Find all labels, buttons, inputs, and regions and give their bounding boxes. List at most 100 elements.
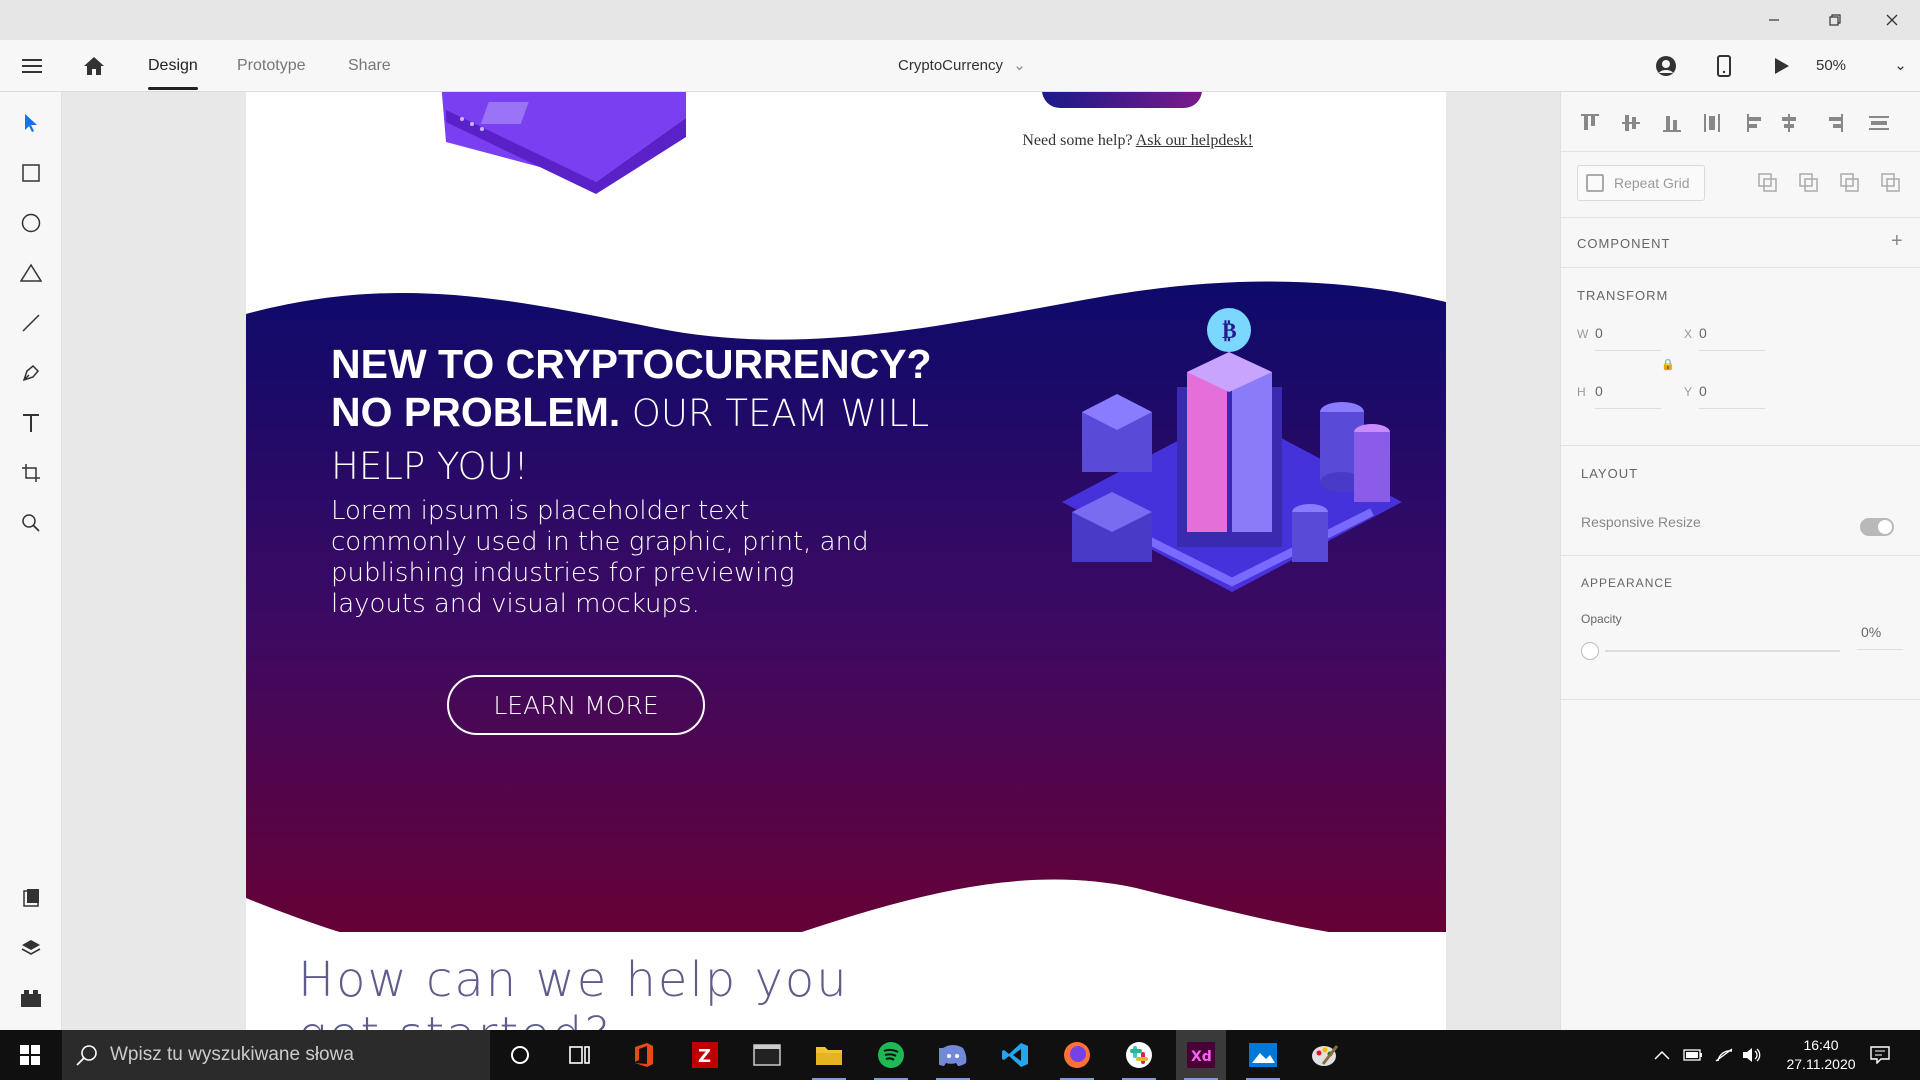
svg-text:Z: Z: [698, 1046, 711, 1067]
chevron-down-icon: ⌄: [1894, 57, 1907, 74]
repeat-grid-icon: [1586, 174, 1604, 192]
boolean-ops-icons[interactable]: [1757, 172, 1907, 194]
spotify-icon[interactable]: [866, 1030, 916, 1080]
filezilla-icon[interactable]: Z: [680, 1030, 730, 1080]
svg-text:₿: ₿: [1222, 319, 1237, 344]
assets-icon[interactable]: [16, 883, 46, 913]
laptop-illustration: [441, 92, 686, 194]
discord-icon[interactable]: [928, 1030, 978, 1080]
learn-more-button[interactable]: LEARN MORE: [447, 675, 705, 735]
width-input[interactable]: 0: [1595, 325, 1603, 341]
paint-icon[interactable]: [1300, 1030, 1350, 1080]
hero-description: Lorem ipsum is placeholder text commonly…: [331, 496, 869, 619]
user-avatar-icon[interactable]: [1652, 52, 1680, 80]
search-icon: [76, 1045, 97, 1066]
headline-line-1: NEW TO CRYPTOCURRENCY?: [331, 341, 932, 387]
restore-icon[interactable]: [1807, 0, 1863, 40]
add-component-icon[interactable]: +: [1891, 230, 1903, 253]
component-label: COMPONENT: [1577, 236, 1671, 251]
lock-icon[interactable]: 🔒: [1661, 358, 1675, 371]
layout-label: LAYOUT: [1581, 466, 1639, 481]
tab-share[interactable]: Share: [348, 40, 391, 92]
services-button[interactable]: [1042, 92, 1202, 108]
search-placeholder: Wpisz tu wyszukiwane słowa: [110, 1044, 354, 1065]
terminal-icon[interactable]: [742, 1030, 792, 1080]
appearance-section: APPEARANCE Opacity 0%: [1561, 556, 1920, 700]
vscode-icon[interactable]: [990, 1030, 1040, 1080]
home-icon[interactable]: [80, 52, 108, 80]
repeat-grid-section: Repeat Grid: [1561, 152, 1920, 218]
triangle-icon[interactable]: [16, 258, 46, 288]
transform-label: TRANSFORM: [1577, 288, 1669, 303]
device-preview-icon[interactable]: [1710, 52, 1738, 80]
zoom-value: 50%: [1816, 57, 1847, 74]
helpdesk-link[interactable]: Ask our helpdesk!: [1136, 132, 1253, 149]
align-icons[interactable]: [1579, 112, 1899, 134]
pen-icon[interactable]: [16, 358, 46, 388]
align-tools: [1561, 92, 1920, 152]
notifications-icon[interactable]: [1855, 1030, 1905, 1080]
help-prefix: Need some help?: [1022, 132, 1133, 149]
app-toolbar: Design Prototype Share CryptoCurrency ⌄ …: [0, 40, 1920, 92]
artboard[interactable]: Need some help? Ask our helpdesk! ₿ NEW …: [246, 92, 1446, 1030]
y-label: Y: [1684, 385, 1693, 399]
width-underline: [1595, 350, 1661, 351]
repeat-grid-label: Repeat Grid: [1614, 175, 1690, 191]
adobe-xd-icon[interactable]: Xd: [1176, 1030, 1226, 1080]
hero-headline: NEW TO CRYPTOCURRENCY? NO PROBLEM. OUR T…: [331, 340, 1031, 496]
line-icon[interactable]: [16, 308, 46, 338]
layers-icon[interactable]: [16, 933, 46, 963]
slack-icon[interactable]: [1114, 1030, 1164, 1080]
cortana-icon[interactable]: [495, 1030, 545, 1080]
opacity-slider-track[interactable]: [1605, 650, 1840, 652]
photos-icon[interactable]: [1238, 1030, 1288, 1080]
responsive-resize-label: Responsive Resize: [1581, 514, 1701, 530]
property-inspector: Repeat Grid COMPONENT + TRANSFORM W 0 X …: [1560, 92, 1920, 1030]
select-icon[interactable]: [16, 108, 46, 138]
appearance-label: APPEARANCE: [1581, 576, 1674, 590]
firefox-icon[interactable]: [1052, 1030, 1102, 1080]
layout-section: LAYOUT Responsive Resize: [1561, 446, 1920, 556]
repeat-grid-button[interactable]: Repeat Grid: [1577, 165, 1705, 201]
tab-design[interactable]: Design: [148, 40, 198, 92]
rectangle-icon[interactable]: [16, 158, 46, 188]
x-input[interactable]: 0: [1699, 325, 1707, 341]
file-explorer-icon[interactable]: [804, 1030, 854, 1080]
document-title[interactable]: CryptoCurrency ⌄: [898, 40, 1026, 92]
chevron-down-icon: ⌄: [1013, 57, 1026, 74]
design-canvas[interactable]: Need some help? Ask our helpdesk! ₿ NEW …: [62, 92, 1560, 1030]
artboard-icon[interactable]: [16, 458, 46, 488]
window-title-bar: [0, 0, 1920, 40]
svg-text:Xd: Xd: [1191, 1049, 1212, 1065]
y-underline: [1699, 408, 1765, 409]
tab-prototype[interactable]: Prototype: [237, 40, 305, 92]
opacity-label: Opacity: [1581, 612, 1622, 626]
play-preview-icon[interactable]: [1768, 52, 1796, 80]
close-icon[interactable]: [1864, 0, 1920, 40]
crypto-city-illustration: ₿: [1062, 308, 1402, 592]
help-text: Need some help? Ask our helpdesk!: [246, 132, 1446, 150]
zoom-icon[interactable]: [16, 508, 46, 538]
height-input[interactable]: 0: [1595, 383, 1603, 399]
minimize-icon[interactable]: [1746, 0, 1802, 40]
y-input[interactable]: 0: [1699, 383, 1707, 399]
start-icon[interactable]: [5, 1030, 55, 1080]
windows-taskbar: Wpisz tu wyszukiwane słowa Z Xd 16:40 27…: [0, 1030, 1920, 1080]
opacity-input[interactable]: 0%: [1861, 624, 1881, 640]
component-section: COMPONENT +: [1561, 218, 1920, 268]
headline-bold-2: NO PROBLEM.: [331, 389, 621, 435]
task-view-icon[interactable]: [555, 1030, 605, 1080]
height-underline: [1595, 408, 1661, 409]
office-icon[interactable]: [618, 1030, 668, 1080]
plugins-icon[interactable]: [16, 983, 46, 1013]
hamburger-menu-icon[interactable]: [18, 52, 46, 80]
zoom-level[interactable]: 50% ⌄: [1816, 40, 1907, 92]
text-icon[interactable]: [16, 408, 46, 438]
taskbar-search-input[interactable]: Wpisz tu wyszukiwane słowa: [62, 1030, 490, 1080]
x-label: X: [1684, 327, 1693, 341]
headline-thin-2: HELP YOU!: [331, 445, 529, 488]
opacity-slider-handle[interactable]: [1581, 642, 1599, 660]
document-title-text: CryptoCurrency: [898, 57, 1004, 74]
ellipse-icon[interactable]: [16, 208, 46, 238]
responsive-resize-toggle[interactable]: [1860, 518, 1894, 536]
